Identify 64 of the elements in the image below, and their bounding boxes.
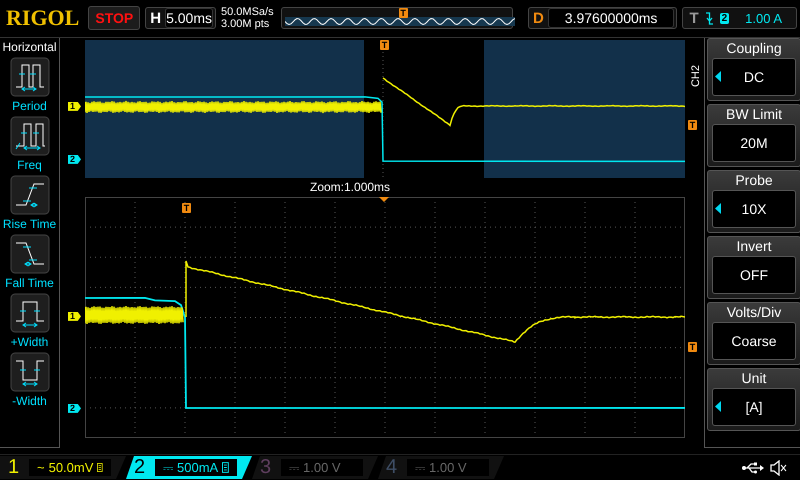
square-wave-icon: [10, 116, 50, 156]
volts-per-div: 1.00 V: [303, 460, 341, 476]
menu-softkey[interactable]: Invert OFF: [707, 236, 800, 299]
menu-title: Horizontal: [2, 38, 57, 56]
zoom-timebase: Zoom:1.000ms: [310, 180, 390, 194]
trigger-position-marker: T: [398, 8, 408, 18]
channel-marker[interactable]: 2: [68, 404, 81, 413]
trigger-label: T: [689, 10, 699, 27]
logo: RIGOL: [6, 5, 80, 32]
channel-label: CH2: [690, 64, 702, 87]
channel-tab[interactable]: 2 ⎓ 500mA: [126, 456, 252, 480]
channel-number: 3: [260, 456, 272, 480]
negative-pulse-icon: [10, 352, 50, 392]
measure-button[interactable]: Rise Time: [0, 174, 60, 231]
zoom-center-marker: [379, 196, 389, 202]
menu-softkey[interactable]: Coupling DC: [707, 38, 800, 101]
channel-number: 4: [386, 456, 398, 480]
trigger-delay-display[interactable]: D 3.97600000ms: [528, 7, 678, 30]
measure-button[interactable]: +Width: [0, 292, 60, 349]
coupling-symbol: ⎓: [289, 460, 299, 476]
adjust-arrow-icon: [715, 70, 721, 82]
channel-tab[interactable]: 1 ~ 50.0mV: [0, 456, 126, 480]
measure-button[interactable]: Period: [0, 56, 60, 113]
trigger-position-marker[interactable]: T: [182, 202, 191, 213]
rising-edge-icon: [10, 174, 50, 215]
sample-rate: 50.0MSa/s: [221, 6, 275, 18]
timebase-display[interactable]: H 5.00ms: [145, 7, 216, 30]
menu-softkey[interactable]: BW Limit 20M: [707, 104, 800, 167]
trigger-level-marker[interactable]: T: [688, 120, 697, 130]
volts-per-div: 1.00 V: [429, 460, 467, 476]
waveform-thumbnail-icon: [284, 17, 515, 26]
volts-per-div: 50.0mV: [48, 460, 94, 476]
trigger-level-marker[interactable]: T: [688, 342, 697, 352]
falling-edge-icon: [10, 234, 50, 274]
run-stop-status: STOP: [88, 6, 140, 30]
menu-softkey[interactable]: Unit [A]: [707, 368, 800, 431]
measure-button[interactable]: Freq: [0, 116, 60, 172]
adjust-arrow-icon: [715, 400, 721, 412]
channel-marker[interactable]: 1: [68, 312, 81, 321]
channel-number: 1: [8, 456, 20, 480]
channel-tab[interactable]: 4 ⎓ 1.00 V: [378, 456, 504, 480]
channel-marker[interactable]: 1: [68, 102, 81, 111]
measure-button[interactable]: Fall Time: [0, 234, 60, 290]
trigger-level: 1.00 A: [745, 10, 782, 26]
memory-depth: 3.00M pts: [221, 18, 270, 30]
adjust-arrow-icon: [715, 202, 721, 214]
coupling-symbol: ⎓: [163, 460, 173, 476]
falling-edge-icon: [704, 12, 714, 25]
speaker-muted-icon: [770, 460, 788, 476]
trigger-position-marker[interactable]: T: [380, 40, 389, 50]
trigger-display[interactable]: T 2 1.00 A: [682, 7, 797, 30]
menu-softkey[interactable]: Probe 10X: [707, 170, 800, 233]
channel-marker[interactable]: 2: [68, 154, 81, 164]
channel-tab[interactable]: 3 ⎓ 1.00 V: [252, 456, 378, 480]
trigger-source: 2: [720, 12, 730, 24]
channel-number: 2: [134, 456, 146, 480]
pulse-icon: [10, 292, 50, 333]
volts-per-div: 500mA: [177, 460, 218, 476]
square-wave-icon: [10, 56, 50, 97]
coupling-symbol: ~: [37, 460, 45, 476]
menu-softkey[interactable]: Volts/Div Coarse: [707, 302, 800, 365]
usb-icon: [742, 462, 764, 474]
coupling-symbol: ⎓: [415, 460, 425, 476]
measure-button[interactable]: -Width: [0, 352, 60, 408]
